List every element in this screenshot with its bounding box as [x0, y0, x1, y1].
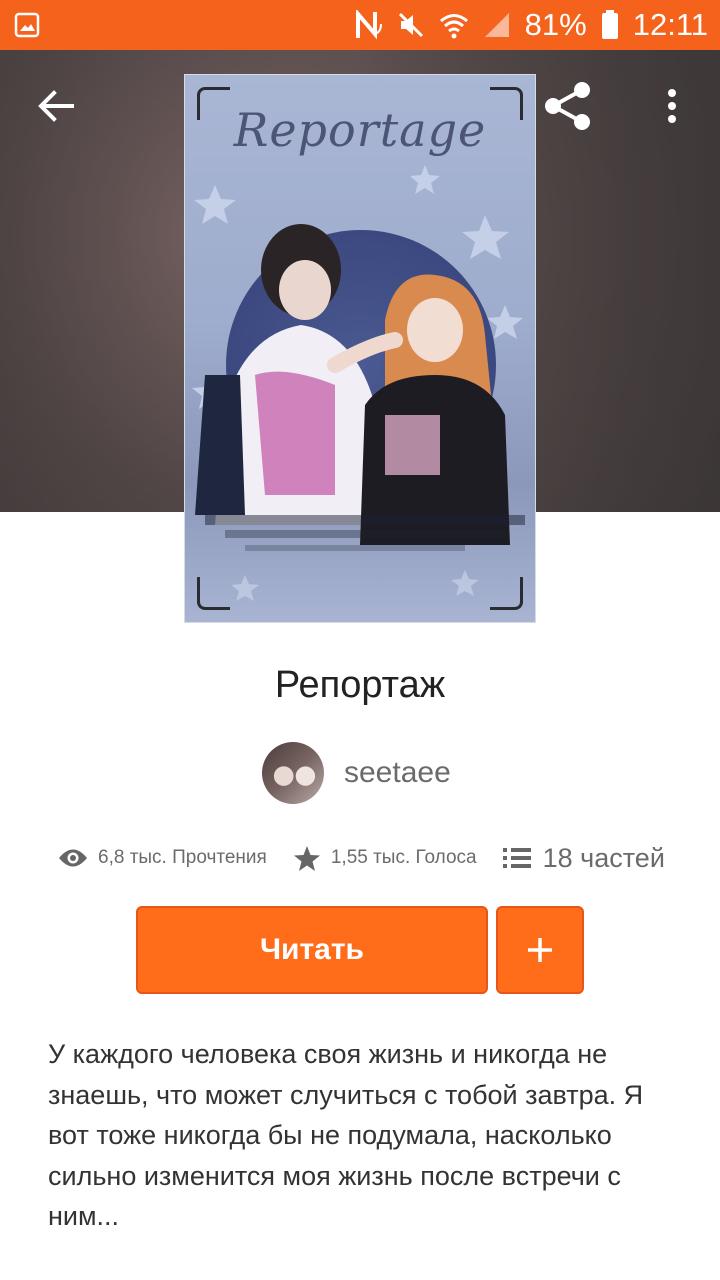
reads-stat: 6,8 тыс. Прочтения [58, 847, 267, 869]
book-cover[interactable]: Reportage [184, 74, 536, 623]
story-description: У каждого человека своя жизнь и никогда … [48, 1039, 644, 1231]
back-button[interactable] [20, 70, 92, 142]
read-button[interactable]: Читать [136, 906, 488, 994]
signal-icon [483, 11, 511, 39]
battery-percent: 81% [524, 7, 587, 42]
nfc-icon [355, 10, 383, 40]
more-vert-icon [668, 89, 676, 123]
parts-count: 18 частей [542, 842, 665, 873]
share-icon [545, 82, 590, 130]
arrow-left-icon [38, 90, 74, 122]
votes-stat: 1,55 тыс. Голоса [293, 845, 477, 872]
story-stats: 6,8 тыс. Прочтения 1,55 тыс. Голоса 18 ч… [58, 836, 678, 880]
plus-icon [528, 938, 552, 962]
story-title: Репортаж [274, 664, 446, 706]
battery-icon [601, 10, 619, 40]
cover-frame [197, 87, 523, 610]
wifi-icon [439, 11, 469, 39]
clock: 12:11 [632, 7, 708, 42]
parts-stat[interactable]: 18 частей [502, 842, 665, 874]
list-icon [502, 848, 531, 868]
add-to-library-button[interactable] [496, 906, 584, 994]
mute-icon [397, 11, 425, 39]
author-name: seetaee [344, 756, 451, 789]
status-bar: 81% 12:11 [0, 0, 720, 50]
votes-count: 1,55 тыс. Голоса [330, 847, 477, 868]
share-button[interactable] [530, 70, 606, 142]
reads-count: 6,8 тыс. Прочтения [98, 847, 267, 868]
cover-title-text: Reportage [233, 103, 487, 157]
star-icon [293, 845, 320, 871]
gallery-icon [14, 12, 40, 38]
avatar [262, 742, 324, 804]
more-options-button[interactable] [640, 70, 704, 142]
eye-icon [59, 849, 87, 867]
author-link[interactable]: seetaee [262, 742, 451, 804]
